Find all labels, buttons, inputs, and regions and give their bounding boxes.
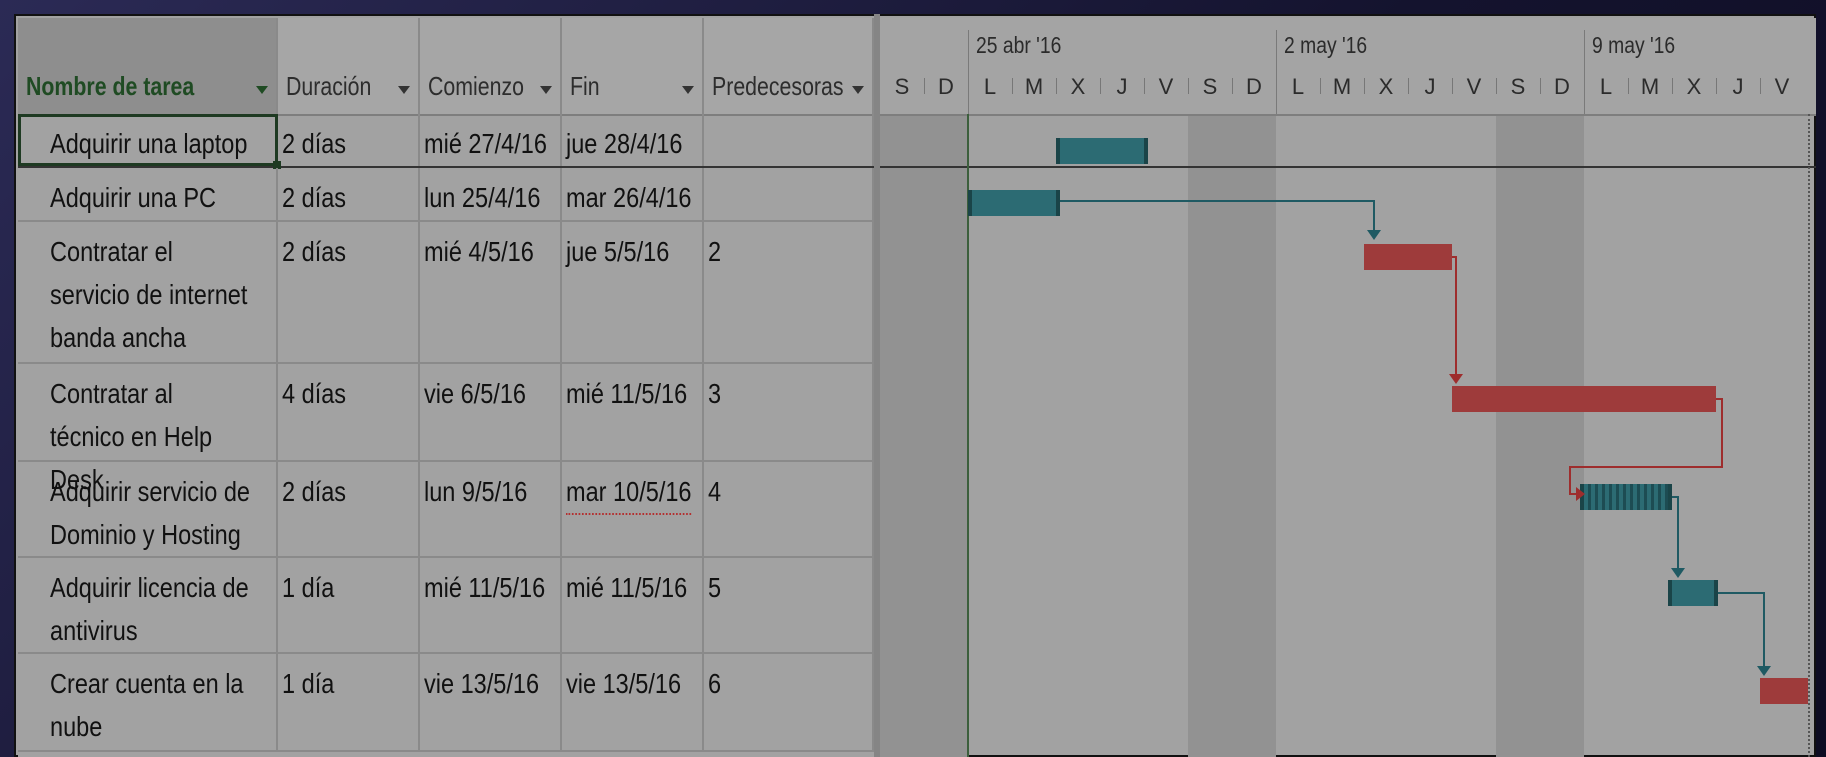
- duration-cell[interactable]: 2 días: [278, 114, 420, 166]
- dependency-links: [1060, 200, 1771, 676]
- task-name-cell[interactable]: Crear cuenta en la nube: [18, 654, 278, 750]
- column-header-finish[interactable]: Fin: [562, 18, 704, 114]
- task-name-cell[interactable]: Adquirir una PC: [18, 168, 278, 220]
- predecessors-cell[interactable]: 3: [704, 364, 874, 460]
- duration-cell[interactable]: 4 días: [278, 364, 420, 460]
- predecessors-cell[interactable]: [704, 114, 874, 166]
- finish-cell[interactable]: vie 13/5/16: [562, 654, 704, 750]
- finish-cell[interactable]: jue 28/4/16: [562, 114, 704, 166]
- start-cell[interactable]: lun 9/5/16: [420, 462, 562, 556]
- chevron-down-icon[interactable]: [540, 86, 552, 94]
- dependency-link: [1672, 496, 1679, 568]
- spellcheck-underline: mar 10/5/16: [566, 470, 692, 515]
- arrow-head-icon: [1671, 568, 1685, 578]
- duration-cell[interactable]: 2 días: [278, 222, 420, 362]
- table-row[interactable]: Adquirir una laptop 2 días mié 27/4/16 j…: [18, 114, 874, 169]
- task-name-cell[interactable]: Adquirir una laptop: [18, 114, 278, 166]
- duration-cell[interactable]: 1 día: [278, 558, 420, 652]
- start-cell[interactable]: mié 4/5/16: [420, 222, 562, 362]
- dependency-link: [1718, 592, 1765, 666]
- chevron-down-icon[interactable]: [682, 86, 694, 94]
- start-cell[interactable]: vie 6/5/16: [420, 364, 562, 460]
- column-header-start[interactable]: Comienzo: [420, 18, 562, 114]
- finish-cell[interactable]: mar 10/5/16: [562, 462, 704, 556]
- task-name-cell[interactable]: Contratar el servicio de internet banda …: [18, 222, 278, 362]
- chevron-down-icon[interactable]: [398, 86, 410, 94]
- predecessors-cell[interactable]: 5: [704, 558, 874, 652]
- predecessors-cell[interactable]: 4: [704, 462, 874, 556]
- chevron-down-icon[interactable]: [852, 86, 864, 94]
- start-cell[interactable]: vie 13/5/16: [420, 654, 562, 750]
- dependency-link: [1060, 200, 1375, 230]
- chevron-down-icon[interactable]: [256, 86, 268, 94]
- predecessors-cell[interactable]: 6: [704, 654, 874, 750]
- duration-cell[interactable]: 1 día: [278, 654, 420, 750]
- task-name-cell[interactable]: Adquirir licencia de antivirus: [18, 558, 278, 652]
- project-view: Nombre de tarea Duración Comienzo Fin Pr…: [14, 14, 1816, 757]
- start-cell[interactable]: mié 11/5/16: [420, 558, 562, 652]
- start-cell[interactable]: lun 25/4/16: [420, 168, 562, 220]
- table-row[interactable]: Adquirir una PC 2 días lun 25/4/16 mar 2…: [18, 168, 874, 222]
- table-row[interactable]: Contratar al técnico en Help Desk 4 días…: [18, 364, 874, 495]
- duration-cell[interactable]: 2 días: [278, 168, 420, 220]
- predecessors-cell[interactable]: [704, 168, 874, 220]
- duration-cell[interactable]: 2 días: [278, 462, 420, 556]
- table-row[interactable]: [18, 752, 874, 757]
- finish-cell[interactable]: jue 5/5/16: [562, 222, 704, 362]
- finish-cell[interactable]: mié 11/5/16: [562, 364, 704, 460]
- predecessors-cell[interactable]: 2: [704, 222, 874, 362]
- table-row[interactable]: Contratar el servicio de internet banda …: [18, 222, 874, 364]
- finish-cell[interactable]: mar 26/4/16: [562, 168, 704, 220]
- task-name-cell[interactable]: Adquirir servicio de Dominio y Hosting: [18, 462, 278, 556]
- dependency-link: [1569, 398, 1723, 495]
- column-header-duration[interactable]: Duración: [278, 18, 420, 114]
- arrow-head-icon: [1757, 666, 1771, 676]
- table-row[interactable]: Adquirir licencia de antivirus 1 día mié…: [18, 558, 874, 654]
- dependency-link: [1452, 256, 1457, 374]
- table-header: Nombre de tarea Duración Comienzo Fin Pr…: [18, 18, 874, 116]
- arrow-head-icon: [1576, 487, 1585, 501]
- arrow-head-icon: [1449, 374, 1463, 384]
- start-cell[interactable]: mié 27/4/16: [420, 114, 562, 166]
- task-name-cell[interactable]: Contratar al técnico en Help Desk: [18, 364, 278, 495]
- table-row[interactable]: Adquirir servicio de Dominio y Hosting 2…: [18, 462, 874, 558]
- task-table: Nombre de tarea Duración Comienzo Fin Pr…: [18, 18, 874, 757]
- column-header-task-name[interactable]: Nombre de tarea: [18, 18, 278, 114]
- table-row[interactable]: Crear cuenta en la nube 1 día vie 13/5/1…: [18, 654, 874, 752]
- finish-cell[interactable]: mié 11/5/16: [562, 558, 704, 652]
- column-header-predecessors[interactable]: Predecesoras: [704, 18, 874, 114]
- gantt-chart: 25 abr '16 2 may '16 9 may '16 S D L M X…: [880, 18, 1816, 757]
- arrow-head-icon: [1367, 230, 1381, 240]
